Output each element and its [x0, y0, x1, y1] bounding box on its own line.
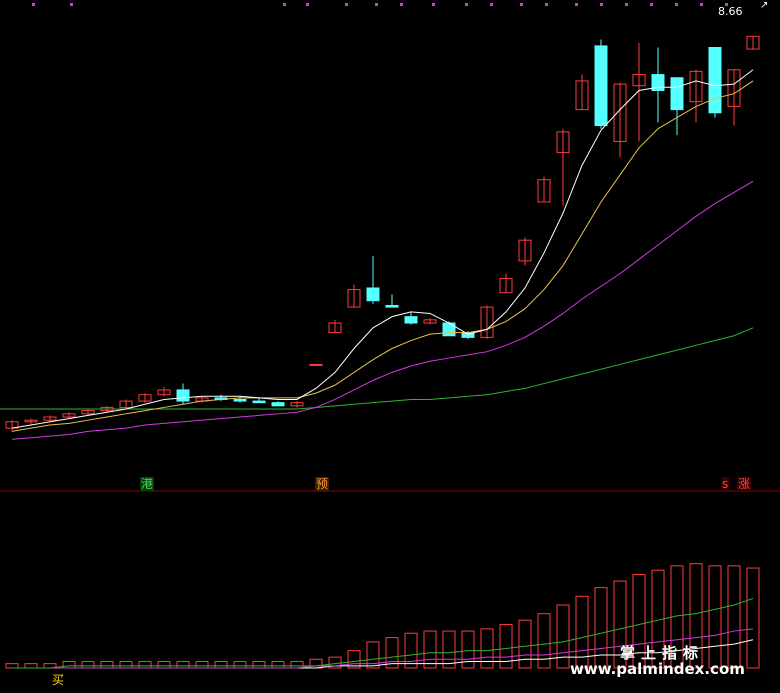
top-dot-15 — [650, 3, 653, 6]
candle-body-14 — [271, 402, 285, 407]
sub-bar-11 — [214, 660, 228, 669]
signal-tag-s: s — [721, 477, 730, 491]
sub-bar-0 — [5, 663, 19, 669]
arrow-mark: ↗ — [760, 0, 769, 11]
sub-bar-28 — [537, 613, 551, 669]
last-price-label: 8.66 — [718, 5, 743, 18]
candle-body-37 — [708, 46, 722, 114]
top-dot-6 — [400, 3, 403, 6]
sub-bar-38 — [727, 565, 741, 669]
top-dot-row — [32, 3, 728, 6]
candle-body-31 — [594, 45, 608, 127]
sub-bar-6 — [119, 660, 133, 669]
candlestick-series — [5, 35, 760, 432]
top-dot-1 — [70, 3, 73, 6]
chart-canvas — [0, 3, 780, 669]
sub-bar-10 — [195, 660, 209, 669]
top-dot-9 — [490, 3, 493, 6]
signal-tag-yu: 预 — [315, 477, 330, 491]
sub-bar-5 — [100, 660, 114, 669]
candle-body-16 — [309, 363, 323, 366]
sub-bar-7 — [138, 660, 152, 669]
moving-average-lines — [11, 69, 754, 440]
ma-white-path — [11, 69, 754, 429]
sub-bar-12 — [233, 660, 247, 669]
sub-bar-37 — [708, 565, 722, 669]
top-dot-8 — [465, 3, 468, 6]
sub-bar-21 — [404, 632, 418, 669]
sub-bar-9 — [176, 660, 190, 669]
candle-body-35 — [670, 77, 684, 111]
top-dot-5 — [375, 3, 378, 6]
top-dot-4 — [345, 3, 348, 6]
sub-bar-14 — [271, 660, 285, 669]
top-dot-0 — [32, 3, 35, 6]
top-dot-13 — [600, 3, 603, 6]
sub-bar-25 — [480, 628, 494, 669]
candle-body-12 — [233, 398, 247, 402]
top-dot-16 — [675, 3, 678, 6]
candle-body-9 — [176, 389, 190, 402]
signal-tag-gang: 港 — [140, 477, 155, 491]
top-dot-2 — [283, 3, 286, 6]
top-dot-7 — [432, 3, 435, 6]
sub-bar-8 — [157, 660, 171, 669]
sub-bar-13 — [252, 660, 266, 669]
top-dot-12 — [575, 3, 578, 6]
sub-bar-39 — [746, 567, 760, 669]
sub-bar-22 — [423, 630, 437, 669]
signal-tag-zhang: 涨 — [737, 477, 752, 491]
candle-body-21 — [404, 316, 418, 324]
top-dot-11 — [545, 3, 548, 6]
ma-yellow-path — [11, 80, 754, 432]
watermark-url: www.palmindex.com — [570, 660, 745, 678]
top-dot-17 — [700, 3, 703, 6]
ma-green-path — [0, 327, 754, 410]
sub-bar-4 — [81, 660, 95, 669]
buy-label: 买 — [52, 673, 65, 687]
sub-bar-1 — [24, 663, 38, 669]
candle-body-20 — [385, 305, 399, 308]
top-dot-10 — [520, 3, 523, 6]
top-dot-3 — [306, 3, 309, 6]
sub-bar-3 — [62, 660, 76, 669]
candle-body-19 — [366, 287, 380, 302]
candle-body-13 — [252, 400, 266, 404]
sub-bar-29 — [556, 604, 570, 669]
sub-bar-23 — [442, 630, 456, 669]
sub-bar-27 — [518, 619, 532, 669]
top-dot-14 — [625, 3, 628, 6]
ma-green-line — [0, 327, 754, 410]
